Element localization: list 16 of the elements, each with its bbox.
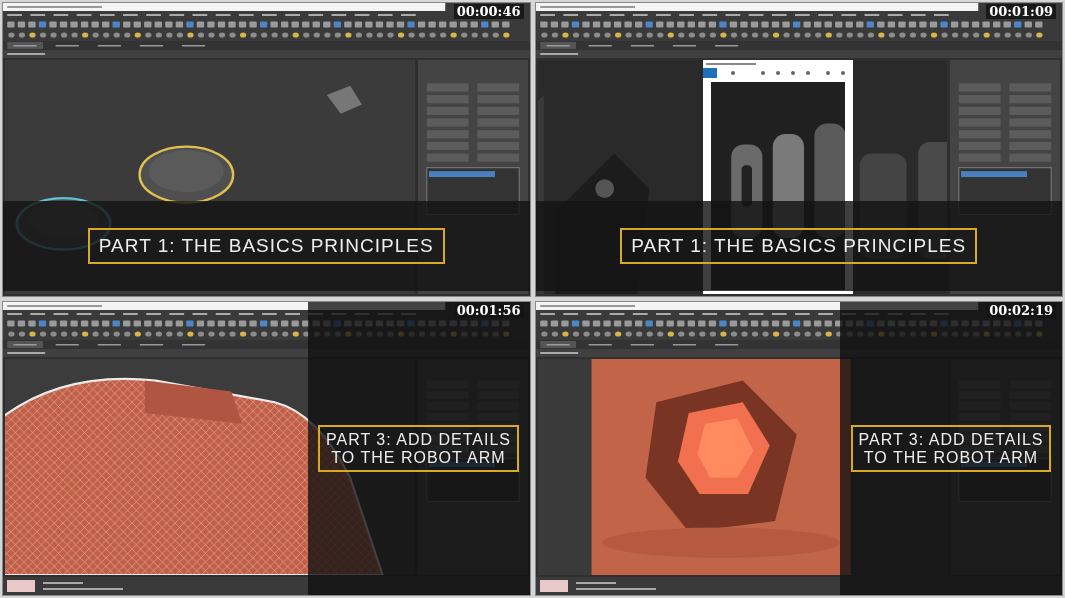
timestamp: 00:01:09 [986, 4, 1056, 19]
video-thumbnail[interactable]: PART 1: THE BASICS PRINCIPLES 00:00:46 [2, 2, 531, 297]
ribbon-drawing[interactable] [535, 41, 1062, 58]
timestamp: 00:02:19 [986, 303, 1056, 318]
timestamp: 00:01:56 [453, 303, 524, 318]
title-and-menu-bar-drawing[interactable] [535, 3, 1062, 19]
chapter-caption: PART 1: THE BASICS PRINCIPLES [87, 228, 445, 264]
toolbar-icons-drawing[interactable] [3, 19, 530, 41]
title-and-menu-bar-drawing[interactable] [3, 3, 530, 19]
chapter-caption: PART 3: ADD DETAILS TO THE ROBOT ARM [318, 424, 519, 473]
ribbon-drawing[interactable] [3, 41, 530, 58]
timestamp: 00:00:46 [453, 4, 524, 19]
video-thumbnail[interactable]: PART 3: ADD DETAILS TO THE ROBOT ARM 00:01:56 [2, 301, 531, 596]
video-thumbnail[interactable]: PART 3: ADD DETAILS TO THE ROBOT ARM 00:02:19 [534, 301, 1063, 596]
chapter-caption: PART 3: ADD DETAILS TO THE ROBOT ARM [850, 424, 1052, 473]
toolbar-icons-drawing[interactable] [535, 19, 1062, 41]
